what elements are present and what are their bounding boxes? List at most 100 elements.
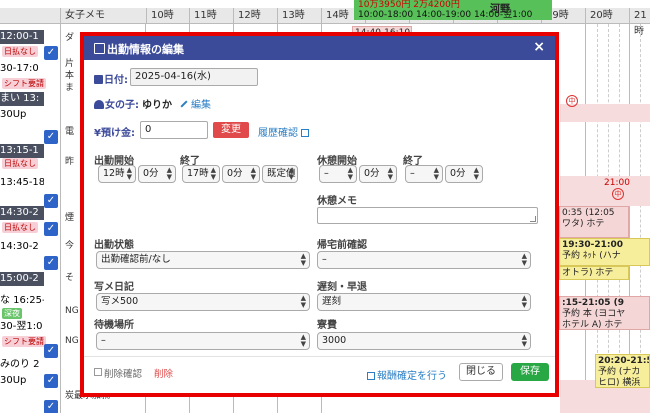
modal-header: 出勤情報の編集 × xyxy=(84,36,555,60)
hour-14: 14時 xyxy=(321,8,349,24)
hour-11: 11時 xyxy=(189,8,217,24)
cast-row-label[interactable]: 30Up xyxy=(0,374,44,388)
break-memo-textarea[interactable] xyxy=(317,207,538,224)
delete-confirm-label: 削除確認 xyxy=(104,369,143,380)
reservation-block[interactable]: 19:30-21:00 予約 ﾈｯﾄ (ハナ xyxy=(559,238,650,266)
standby-select[interactable]: – ▲ ▼ xyxy=(96,332,310,350)
shift-request-tag: シフト要請 xyxy=(2,78,46,89)
break-start-hour-select[interactable]: – ▲ ▼ xyxy=(319,165,357,183)
reservation-marker-icon: 中 xyxy=(566,95,578,107)
save-button[interactable]: 保存 xyxy=(511,363,549,381)
confirm-reward-link[interactable]: 報酬確定を行う xyxy=(367,367,447,382)
sales-summary-bar: 10万3950円 2万4200円 10:00-18:00 14:00-19:00… xyxy=(354,0,552,20)
break-memo-label: 休憩メモ xyxy=(317,196,357,207)
end-hour-select[interactable]: 17時 ▲ ▼ xyxy=(182,165,220,183)
memo-text: ま xyxy=(65,83,75,93)
standby-label: 待機場所 xyxy=(94,320,134,331)
reservation-type: 予約 本 (ヨコヤ xyxy=(562,309,626,319)
daily-pay-tag: 日払なし xyxy=(2,158,38,169)
deposit-input[interactable]: 0 xyxy=(140,121,208,139)
cast-row-label[interactable]: 30Up xyxy=(0,108,44,122)
reservation-block[interactable]: 20:20-21:5 予約 (ナカ ヒロ) 横浜 xyxy=(595,354,650,388)
cast-row-label[interactable]: 13:45-18: xyxy=(0,176,44,190)
hour-12: 12時 xyxy=(233,8,261,24)
hour-10: 10時 xyxy=(146,8,174,24)
reservation-time: 20:20-21:5 xyxy=(598,356,650,366)
reservation-place: ワタ) ホテ xyxy=(562,219,605,229)
girl-edit-link[interactable]: 編集 xyxy=(180,96,211,111)
end-default-select[interactable]: 既定値 ▲ ▼ xyxy=(262,165,298,183)
reservation-block[interactable]: :15-21:05 (9 予約 本 (ヨコヤ ホテル A) ホテ xyxy=(559,296,650,330)
check-icon[interactable]: ✓ xyxy=(44,194,58,208)
cast-row-label[interactable]: みのり 2 xyxy=(0,358,44,372)
memo-text: 煙 xyxy=(65,213,75,223)
check-icon[interactable]: ✓ xyxy=(44,374,58,388)
cast-row-label[interactable]: まい 13: xyxy=(0,92,44,106)
break-start-minute-select[interactable]: 0分 ▲ ▼ xyxy=(359,165,397,183)
hour-21: 21時 xyxy=(629,8,650,37)
check-icon[interactable]: ✓ xyxy=(44,400,58,413)
cast-row-label[interactable]: 15:00-2 xyxy=(0,272,44,286)
delete-confirm-checkbox[interactable] xyxy=(94,368,102,376)
memo-text: 今 xyxy=(65,241,75,251)
pencil-icon xyxy=(180,100,188,108)
cast-row-label[interactable]: 30-翌1:0 xyxy=(0,320,44,334)
date-label: 日付: xyxy=(94,71,128,86)
reservation-block[interactable]: 0:35 (12:05 ワタ) ホテ xyxy=(559,206,629,238)
modal-title: 出勤情報の編集 xyxy=(94,41,184,57)
delete-button[interactable]: 削除 xyxy=(154,366,173,380)
reservation-marker-icon: 中 xyxy=(612,188,624,200)
modal-footer-divider xyxy=(84,356,555,357)
memo-text: ダ xyxy=(65,33,75,43)
start-minute-select[interactable]: 0分 ▲ ▼ xyxy=(138,165,176,183)
return-select[interactable]: – ▲ ▼ xyxy=(317,251,531,269)
memo-text: 昨 xyxy=(65,157,75,167)
break-end-minute-select[interactable]: 0分 ▲ ▼ xyxy=(445,165,483,183)
late-early-label: 遅刻・早退 xyxy=(317,282,367,293)
end-minute-select[interactable]: 0分 ▲ ▼ xyxy=(222,165,260,183)
break-end-hour-select[interactable]: – ▲ ▼ xyxy=(405,165,443,183)
check-icon[interactable]: ✓ xyxy=(44,222,58,236)
check-icon[interactable]: ✓ xyxy=(44,130,58,144)
history-link[interactable]: 履歴確認 xyxy=(258,124,309,139)
cast-row-label[interactable]: 13:15-1 xyxy=(0,144,44,158)
close-button[interactable]: 閉じる xyxy=(459,363,503,381)
photo-diary-select[interactable]: 写メ500 ▲ ▼ xyxy=(96,293,310,311)
reservation-time: :15-21:05 (9 xyxy=(562,298,625,308)
reservation-type: 予約 (ナカ xyxy=(598,367,641,377)
memo-text: NG xyxy=(65,306,79,316)
change-deposit-button[interactable]: 変更 xyxy=(213,122,249,138)
cast-row-label[interactable]: 12:00-1 xyxy=(0,30,44,44)
memo-text: 電 xyxy=(65,127,75,137)
late-night-tag: 深夜 xyxy=(2,308,22,319)
status-label: 出勤状態 xyxy=(94,240,134,251)
date-field[interactable]: 2025-04-16(水) xyxy=(130,68,258,86)
reservation-place: ヒロ) 横浜 xyxy=(598,378,641,388)
start-hour-select[interactable]: 12時 ▲ ▼ xyxy=(98,165,136,183)
external-link-icon xyxy=(367,372,375,380)
cast-row-label[interactable]: な 16:25- xyxy=(0,294,44,308)
reservation-time: 21:00 xyxy=(604,178,630,188)
edit-icon xyxy=(94,43,105,54)
external-link-icon xyxy=(301,129,309,137)
memo-text: そ xyxy=(65,273,75,283)
reservation-type: 予約 ﾈｯﾄ (ハナ xyxy=(562,251,621,261)
reservation-block[interactable]: オトラ) ホテ xyxy=(559,266,629,280)
girl-name: ゆりか xyxy=(142,100,172,111)
schedule-header: 女子メモ 10時 11時 12時 13時 14時 15時 16時 17時 18時… xyxy=(0,8,650,37)
cast-row-label[interactable]: 30-17:0 xyxy=(0,62,44,76)
cast-row-label[interactable]: 14:30-2 xyxy=(0,206,44,220)
cast-column: 12:00-1 日払なし ✓ 30-17:0 シフト要請 まい 13: 30Up… xyxy=(0,24,60,413)
status-select[interactable]: 出勤確認前/なし ▲ ▼ xyxy=(96,251,310,269)
dorm-fee-select[interactable]: 3000 ▲ ▼ xyxy=(317,332,531,350)
photo-diary-label: 写メ日記 xyxy=(94,282,134,293)
hour-20: 20時 xyxy=(585,8,613,24)
check-icon[interactable]: ✓ xyxy=(44,344,58,358)
late-early-select[interactable]: 遅刻 ▲ ▼ xyxy=(317,293,531,311)
close-icon[interactable]: × xyxy=(533,39,545,55)
memo-text: NG xyxy=(65,336,79,346)
check-icon[interactable]: ✓ xyxy=(44,256,58,270)
cast-row-label[interactable]: 14:30-2 xyxy=(0,240,44,254)
check-icon[interactable]: ✓ xyxy=(44,46,58,60)
reservation-place: ホテル A) ホテ xyxy=(562,320,623,330)
